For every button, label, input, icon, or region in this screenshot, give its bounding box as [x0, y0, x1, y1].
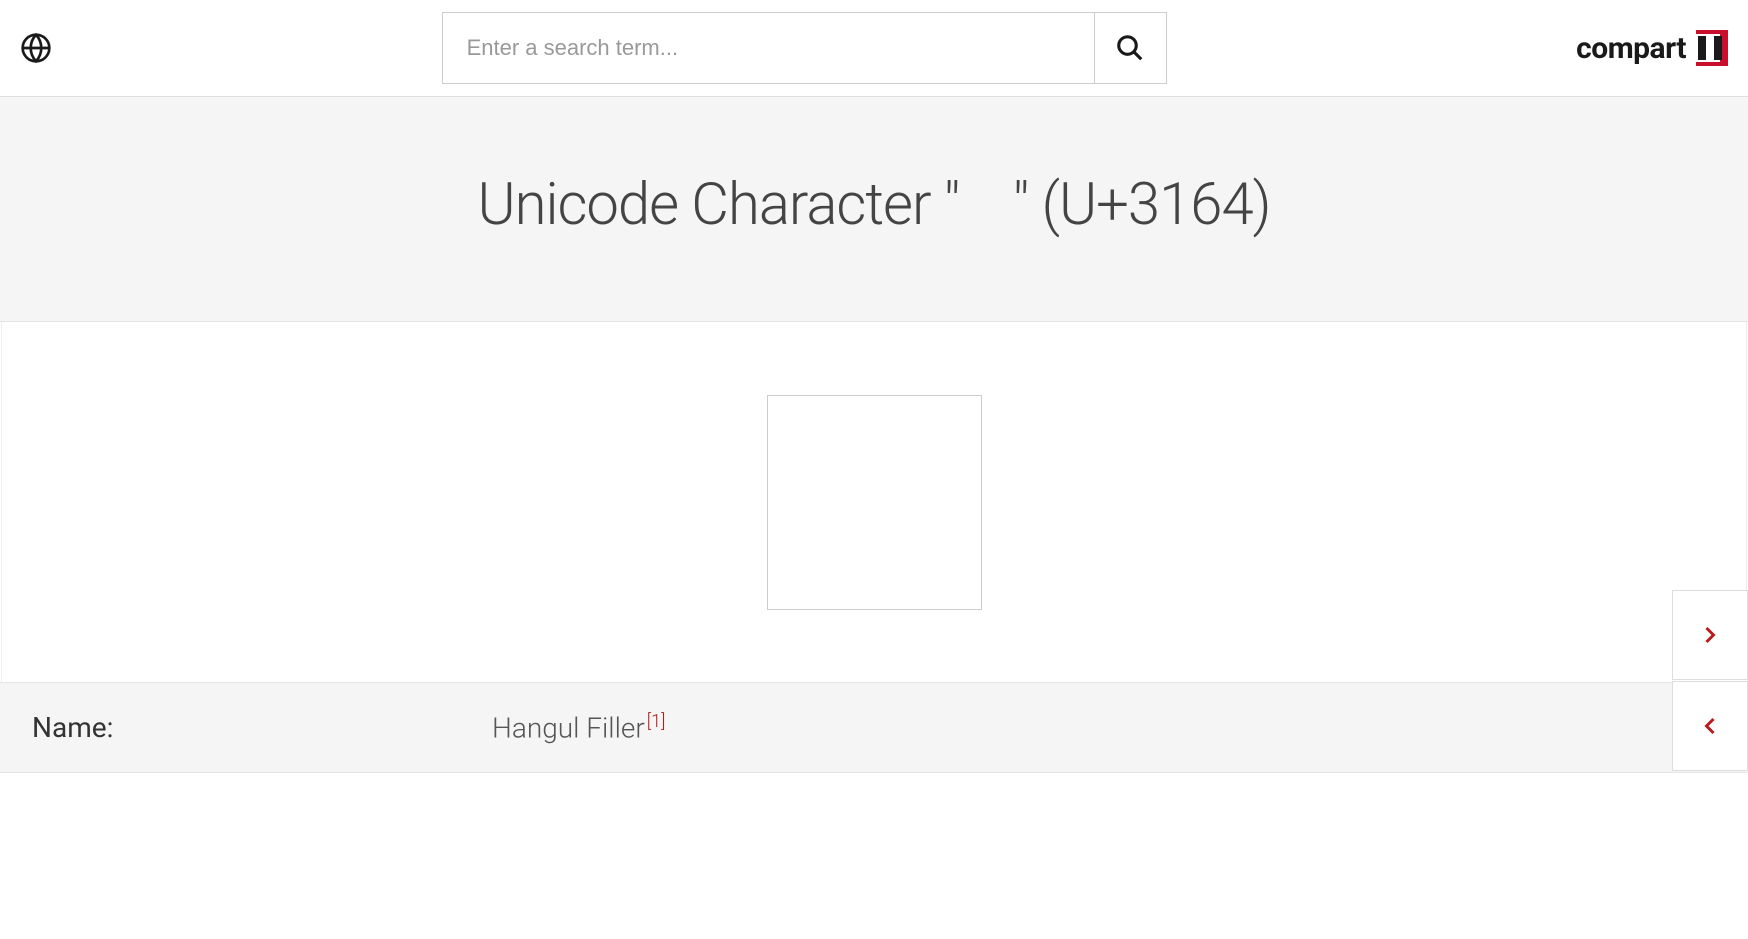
property-row-name: Name: Hangul Filler[1] — [0, 683, 1748, 773]
logo[interactable]: compart — [1576, 30, 1728, 66]
property-label: Name: — [32, 711, 492, 744]
title-section: Unicode Character "ㅤ" (U+3164) — [0, 97, 1748, 322]
chevron-right-icon — [1696, 621, 1724, 649]
header: compart — [0, 0, 1748, 97]
page-title: Unicode Character "ㅤ" (U+3164) — [20, 157, 1728, 241]
search-icon — [1115, 33, 1145, 63]
search-input[interactable] — [443, 13, 1094, 83]
logo-text: compart — [1576, 31, 1686, 66]
prev-char-button[interactable] — [1672, 681, 1748, 771]
chevron-left-icon — [1696, 712, 1724, 740]
logo-mark-icon — [1692, 30, 1728, 66]
nav-buttons — [1672, 590, 1748, 772]
property-value: Hangul Filler[1] — [492, 711, 665, 744]
footnote-ref[interactable]: [1] — [647, 711, 666, 732]
content-section — [1, 322, 1747, 682]
search-container — [442, 12, 1167, 84]
globe-icon[interactable] — [20, 32, 52, 64]
properties-section: Name: Hangul Filler[1] — [0, 682, 1748, 773]
character-preview-box — [767, 395, 982, 610]
next-char-button[interactable] — [1672, 590, 1748, 680]
search-button[interactable] — [1094, 13, 1166, 83]
